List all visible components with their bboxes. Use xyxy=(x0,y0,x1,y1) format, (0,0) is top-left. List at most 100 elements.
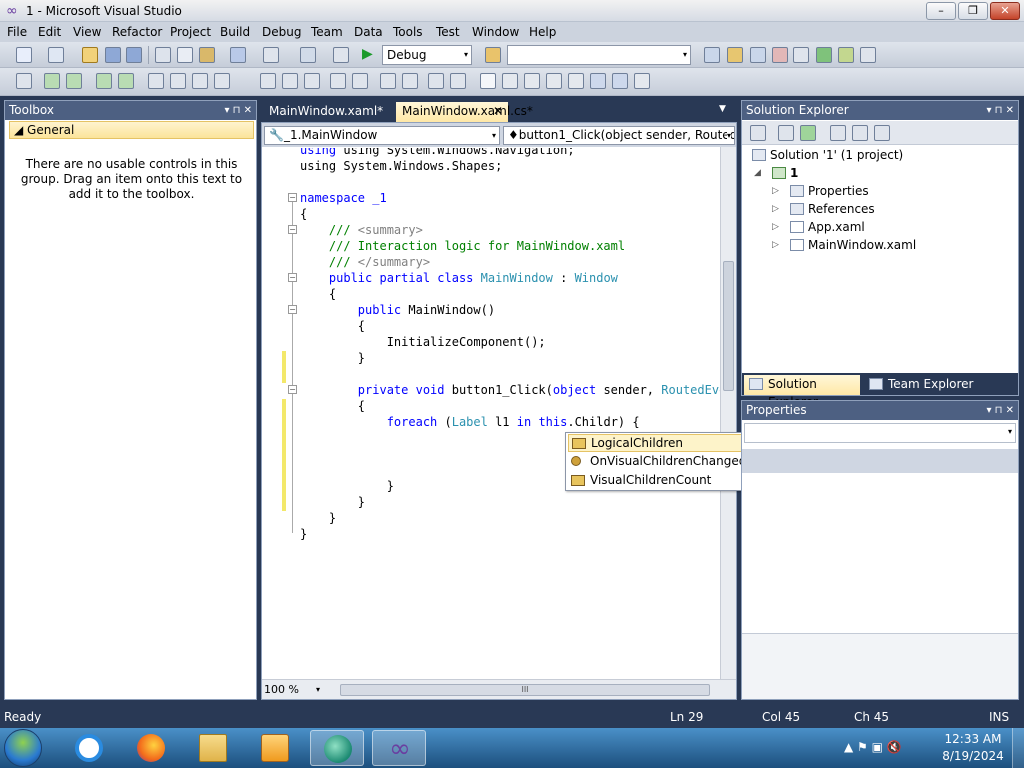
member-combo[interactable]: ♦button1_Click(object sender, RoutedE ▾ xyxy=(503,126,735,145)
show-desktop-button[interactable] xyxy=(1012,728,1024,768)
tree-item-references[interactable]: References xyxy=(790,201,875,217)
extension-manager-icon[interactable] xyxy=(838,47,854,63)
properties-icon[interactable] xyxy=(750,125,766,141)
next-bookmark-document-icon[interactable] xyxy=(568,73,584,89)
solution-explorer-icon[interactable] xyxy=(727,47,743,63)
pointer-icon[interactable] xyxy=(304,73,320,89)
tab-mainwindow-xaml[interactable]: MainWindow.xaml* xyxy=(263,102,391,122)
zoom-combo[interactable]: 100 % ▾ xyxy=(264,682,322,698)
menu-project[interactable]: Project xyxy=(170,25,211,39)
format-icon[interactable] xyxy=(330,73,346,89)
menu-window[interactable]: Window xyxy=(472,25,519,39)
taskbar-firefox[interactable] xyxy=(124,730,178,766)
cut-icon[interactable] xyxy=(155,47,171,63)
align-icon[interactable] xyxy=(352,73,368,89)
taskbar-media-player[interactable] xyxy=(248,730,302,766)
solution-explorer-window-controls[interactable]: ▾ ⊓ ✕ xyxy=(986,101,1014,120)
vertical-scroll-thumb[interactable] xyxy=(723,261,734,391)
previous-bookmark-icon[interactable] xyxy=(260,73,276,89)
menu-build[interactable]: Build xyxy=(220,25,250,39)
display-object-member-list-icon[interactable] xyxy=(16,73,32,89)
previous-bookmark-document-icon[interactable] xyxy=(546,73,562,89)
code-text-area[interactable]: − − − − − using using System.Windows.Nav… xyxy=(262,148,720,683)
taskbar-internet-explorer[interactable] xyxy=(62,730,116,766)
previous-bookmark-folder-icon[interactable] xyxy=(502,73,518,89)
toolbox-icon[interactable] xyxy=(793,47,809,63)
comment-selection-icon[interactable] xyxy=(428,73,444,89)
system-tray-icons[interactable]: ▲ ⚑ ▣ 🔇 xyxy=(844,740,934,756)
paste-icon[interactable] xyxy=(199,47,215,63)
uncomment-icon[interactable] xyxy=(170,73,186,89)
save-all-icon[interactable] xyxy=(126,47,142,63)
parameter-info-icon[interactable] xyxy=(44,73,60,89)
complete-word-icon[interactable] xyxy=(96,73,112,89)
taskbar-clock[interactable]: 12:33 AM 8/19/2024 xyxy=(940,731,1006,765)
minimize-button[interactable]: – xyxy=(926,2,956,20)
new-project-icon[interactable] xyxy=(16,47,32,63)
tree-item-app-xaml[interactable]: App.xaml xyxy=(790,219,865,235)
toolbar-options-icon[interactable] xyxy=(634,73,650,89)
navigate-forward-icon[interactable] xyxy=(333,47,349,63)
increase-indent-icon[interactable] xyxy=(402,73,418,89)
show-all-files-icon[interactable] xyxy=(778,125,794,141)
copy-icon[interactable] xyxy=(177,47,193,63)
menu-view[interactable]: View xyxy=(73,25,101,39)
view-class-diagram-icon[interactable] xyxy=(874,125,890,141)
vertical-scrollbar[interactable] xyxy=(720,147,736,683)
start-page-icon[interactable] xyxy=(816,47,832,63)
tree-item-mainwindow-xaml[interactable]: MainWindow.xaml xyxy=(790,237,916,253)
tree-item-properties[interactable]: Properties xyxy=(790,183,869,199)
save-icon[interactable] xyxy=(105,47,121,63)
view-code-icon[interactable] xyxy=(830,125,846,141)
close-icon[interactable]: ✕ xyxy=(493,102,503,120)
toolbox-window-controls[interactable]: ▾ ⊓ ✕ xyxy=(224,101,252,120)
code-editor[interactable]: 🔧_1.MainWindow ▾ ♦button1_Click(object s… xyxy=(261,122,737,700)
decrease-indent-icon[interactable] xyxy=(380,73,396,89)
find-in-files-icon[interactable] xyxy=(704,47,720,63)
menu-edit[interactable]: Edit xyxy=(38,25,61,39)
menu-team[interactable]: Team xyxy=(311,25,343,39)
menu-refactor[interactable]: Refactor xyxy=(112,25,162,39)
quick-info-icon[interactable] xyxy=(66,73,82,89)
tree-project[interactable]: 1 xyxy=(772,165,798,181)
next-bookmark-icon[interactable] xyxy=(282,73,298,89)
redo-icon[interactable] xyxy=(263,47,279,63)
bookmark-next-icon[interactable] xyxy=(214,73,230,89)
collapse-method-icon[interactable]: − xyxy=(288,385,297,394)
document-overflow-icon[interactable]: ▼ xyxy=(719,104,726,114)
close-button[interactable]: ✕ xyxy=(990,2,1020,20)
command-window-icon[interactable] xyxy=(860,47,876,63)
properties-window-icon[interactable] xyxy=(750,47,766,63)
taskbar-app-running[interactable] xyxy=(310,730,364,766)
solution-configuration-combo[interactable]: Debug ▾ xyxy=(382,45,472,65)
maximize-button[interactable]: ❐ xyxy=(958,2,988,20)
bookmark-icon[interactable] xyxy=(192,73,208,89)
find-icon[interactable] xyxy=(485,47,501,63)
uncomment-selection-icon[interactable] xyxy=(450,73,466,89)
open-folder-icon[interactable] xyxy=(82,47,98,63)
expanded-arrow-icon[interactable]: ◢ xyxy=(754,168,761,178)
horizontal-scroll-thumb[interactable]: III xyxy=(340,684,710,696)
collapse-comment-icon[interactable]: − xyxy=(288,225,297,234)
collapsed-arrow-icon[interactable]: ▷ xyxy=(772,204,779,214)
taskbar-file-explorer[interactable] xyxy=(186,730,240,766)
menu-file[interactable]: File xyxy=(7,25,27,39)
find-combo[interactable]: ▾ xyxy=(507,45,691,65)
start-button[interactable] xyxy=(4,729,42,767)
collapse-namespace-icon[interactable]: − xyxy=(288,193,297,202)
taskbar-visual-studio[interactable]: ∞ xyxy=(372,730,426,766)
properties-object-combo[interactable]: ▾ xyxy=(744,423,1016,443)
refresh-icon[interactable] xyxy=(800,125,816,141)
toggle-bookmark-icon[interactable] xyxy=(480,73,496,89)
menu-help[interactable]: Help xyxy=(529,25,556,39)
comment-icon[interactable] xyxy=(148,73,164,89)
add-item-icon[interactable] xyxy=(48,47,64,63)
toggle-breakpoint-icon[interactable] xyxy=(612,73,628,89)
collapsed-arrow-icon[interactable]: ▷ xyxy=(772,222,779,232)
class-combo[interactable]: 🔧_1.MainWindow ▾ xyxy=(264,126,500,145)
tree-solution[interactable]: Solution '1' (1 project) xyxy=(752,147,903,163)
collapsed-arrow-icon[interactable]: ▷ xyxy=(772,240,779,250)
view-designer-icon[interactable] xyxy=(852,125,868,141)
properties-window-controls[interactable]: ▾ ⊓ ✕ xyxy=(986,401,1014,420)
tab-team-explorer[interactable]: Team Explorer xyxy=(864,375,984,395)
